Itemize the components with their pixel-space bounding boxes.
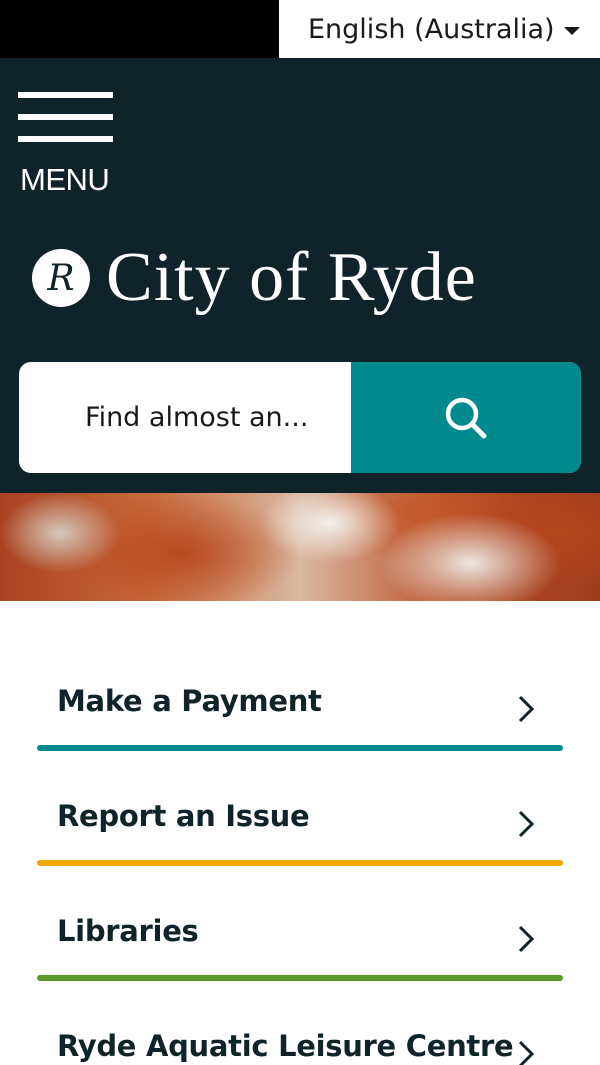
hamburger-bar xyxy=(18,114,113,120)
link-underline xyxy=(37,975,563,981)
top-bar: English (Australia) xyxy=(0,0,600,58)
chevron-right-icon xyxy=(518,925,535,953)
hamburger-bar xyxy=(18,136,113,142)
language-select-value: English (Australia) xyxy=(308,13,555,45)
quick-link-label: Make a Payment xyxy=(57,684,322,718)
language-select[interactable]: English (Australia) xyxy=(279,0,600,58)
logo-mark-icon: R xyxy=(32,249,90,307)
menu-label: MENU xyxy=(20,162,110,197)
search-icon xyxy=(445,397,487,438)
logo-text: City of Ryde xyxy=(106,239,477,316)
site-header: MENU R City of Ryde xyxy=(0,58,600,493)
quick-link-make-a-payment[interactable]: Make a Payment xyxy=(37,650,563,765)
quick-link-ryde-aquatic-leisure-centre[interactable]: Ryde Aquatic Leisure Centre xyxy=(37,995,563,1065)
hamburger-icon xyxy=(18,92,113,98)
site-logo[interactable]: R City of Ryde xyxy=(32,238,477,318)
quick-link-report-an-issue[interactable]: Report an Issue xyxy=(37,765,563,880)
chevron-right-icon xyxy=(518,695,535,723)
quick-link-libraries[interactable]: Libraries xyxy=(37,880,563,995)
search-bar xyxy=(19,362,581,473)
quick-link-label: Report an Issue xyxy=(57,799,310,833)
link-underline xyxy=(37,860,563,866)
quick-link-label: Libraries xyxy=(57,914,199,948)
quick-links: Make a Payment Report an Issue Libraries… xyxy=(37,650,563,1065)
quick-link-label: Ryde Aquatic Leisure Centre xyxy=(57,1029,514,1063)
hero-image xyxy=(0,493,600,601)
menu-button[interactable]: MENU xyxy=(18,92,114,200)
caret-down-icon xyxy=(564,27,580,35)
search-button[interactable] xyxy=(351,362,581,473)
search-input[interactable] xyxy=(21,364,351,471)
chevron-right-icon xyxy=(518,1040,535,1065)
link-underline xyxy=(37,745,563,751)
chevron-right-icon xyxy=(518,810,535,838)
